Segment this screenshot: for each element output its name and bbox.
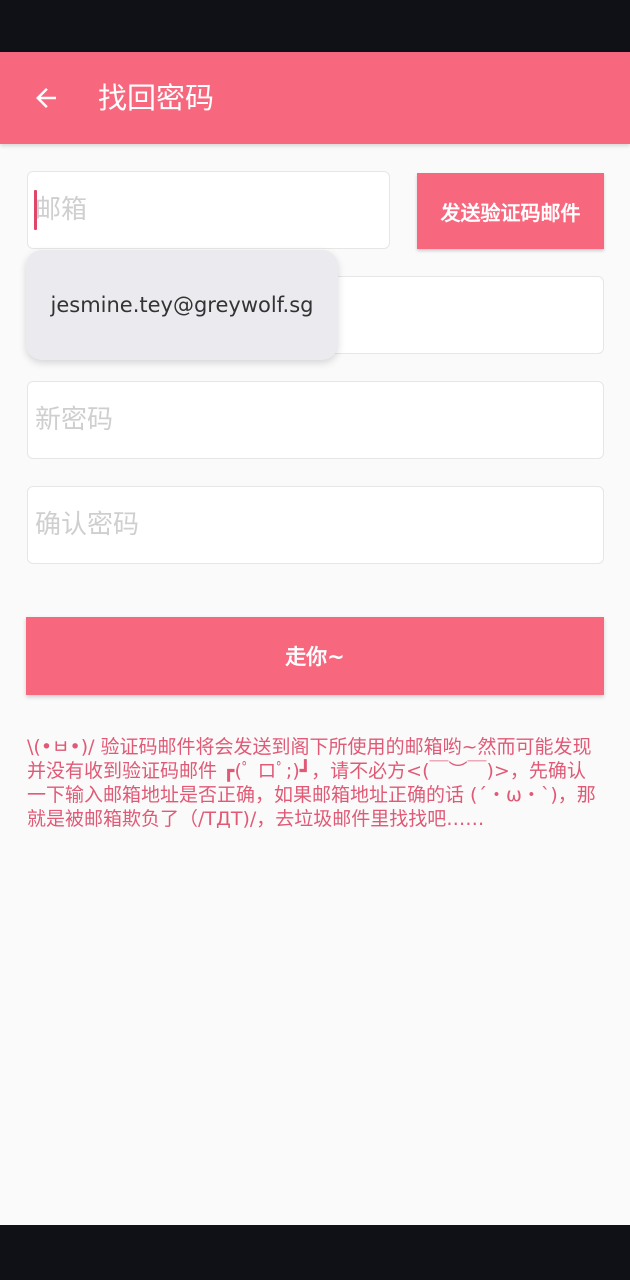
new-password-field-container [27,381,604,459]
hint-text: \(•ㅂ•)/ 验证码邮件将会发送到阁下所使用的邮箱哟~然而可能发现并没有收到验… [27,736,596,830]
arrow-left-icon [36,88,56,108]
email-input[interactable] [28,172,389,248]
send-code-button[interactable]: 发送验证码邮件 [417,173,604,249]
status-bar [0,0,630,52]
autofill-suggestion[interactable]: jesmine.tey@greywolf.sg [26,250,338,360]
confirm-password-field-container [27,486,604,564]
submit-button[interactable]: 走你~ [26,617,604,695]
navigation-bar [0,1225,630,1280]
app-bar: 找回密码 [0,52,630,144]
text-cursor [34,190,37,230]
confirm-password-input[interactable] [28,487,603,563]
new-password-input[interactable] [28,382,603,458]
page-title: 找回密码 [98,81,215,115]
email-field-container [27,171,390,249]
back-button[interactable] [22,74,70,122]
